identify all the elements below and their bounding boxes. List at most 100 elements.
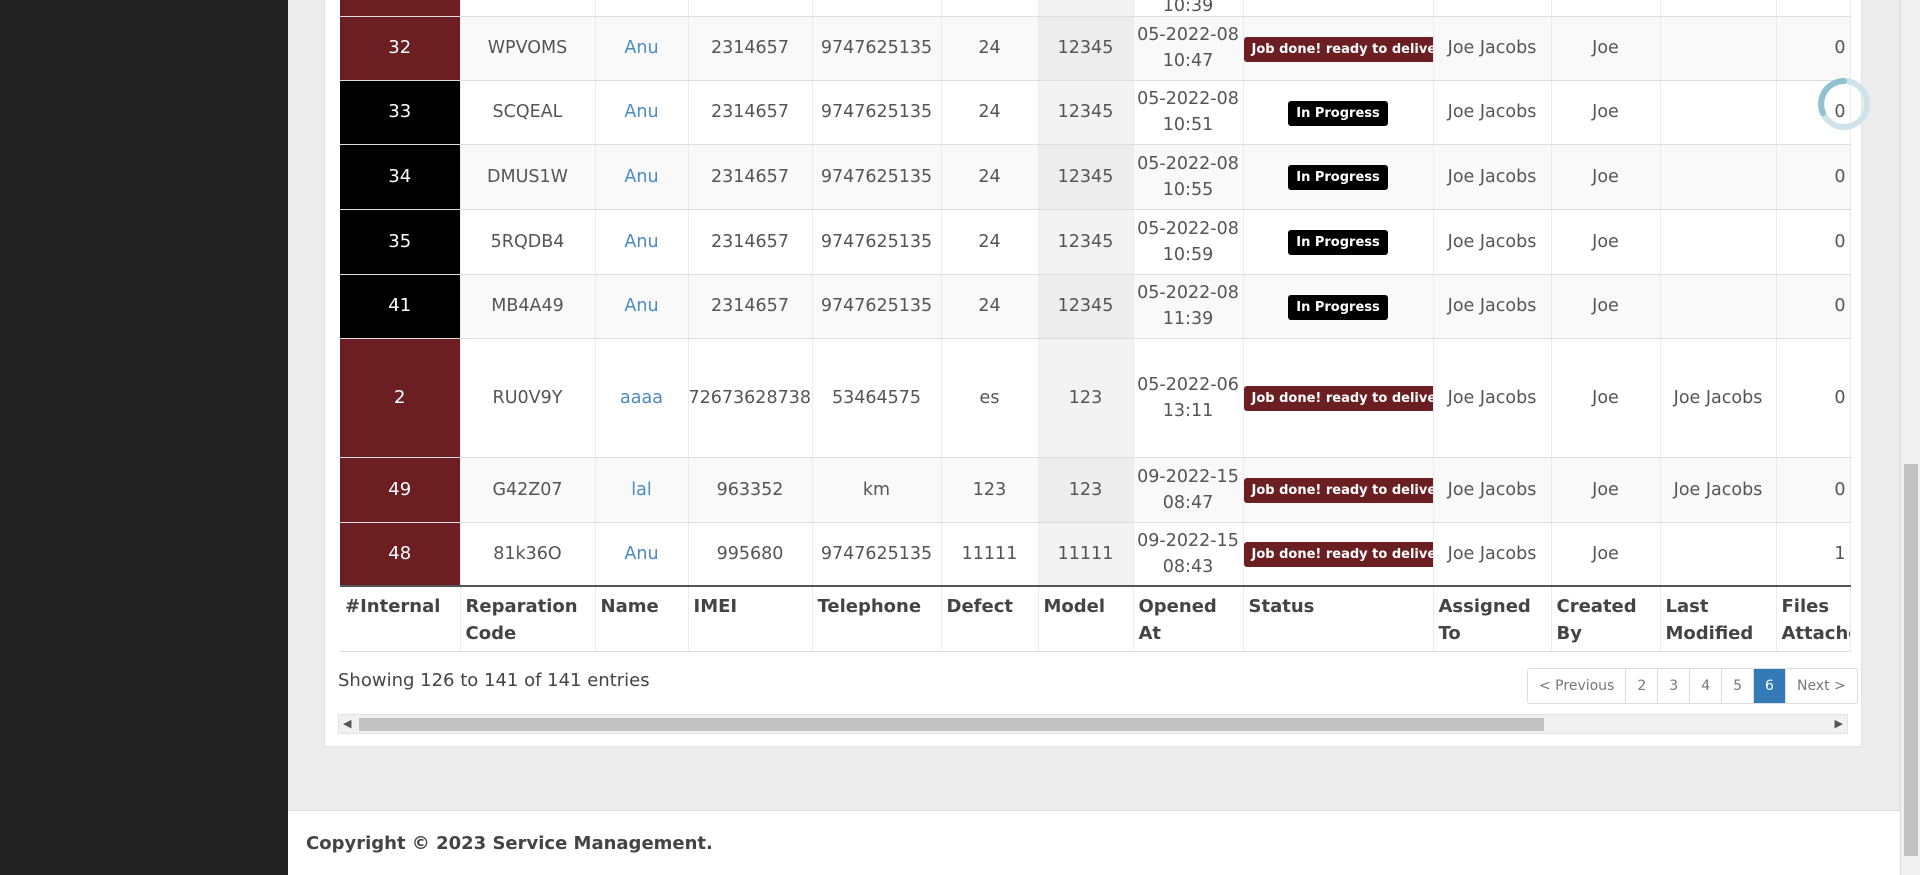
- opened-time: 11:39: [1162, 309, 1214, 329]
- files-attached-cell: 0: [1776, 274, 1851, 339]
- status-cell: Job done! ready to deliver: [1243, 338, 1434, 458]
- opened-time: 10:59: [1162, 244, 1214, 265]
- next-button[interactable]: Next >: [1786, 669, 1857, 703]
- opened-time: 10:51: [1162, 115, 1214, 135]
- column-header[interactable]: Name: [595, 585, 689, 652]
- vertical-scrollbar[interactable]: [1900, 0, 1920, 875]
- defect-cell: 24: [941, 144, 1039, 210]
- model-cell: 12345: [1038, 80, 1134, 145]
- page-button-5[interactable]: 5: [1722, 669, 1755, 703]
- table-row: 41 MB4A49 Anu 2314657 9747625135 24 12345 05-20…: [340, 274, 1851, 339]
- internal-id-cell: 2: [340, 338, 461, 458]
- model-cell: 123: [1038, 457, 1134, 523]
- status-badge: Job done! ready to deliver: [1243, 478, 1432, 503]
- assigned-to-cell: Joe Jacobs: [1433, 457, 1552, 523]
- customer-name-link[interactable]: Anu: [595, 522, 689, 587]
- opened-at-cell: 05-2022-08 10:59: [1133, 209, 1244, 275]
- table-row: 48 81k36O Anu 995680 9747625135 11111 11111 09-…: [340, 522, 1851, 587]
- main-content: 10:39 32 WPVOMS Anu 2314657 9747625135 24 1234…: [288, 0, 1900, 875]
- opened-at-cell: 05-2022-08 11:39: [1133, 274, 1244, 339]
- assigned-to-cell: Joe Jacobs: [1433, 274, 1552, 339]
- table-row-partial: 10:39: [340, 0, 1851, 17]
- vertical-scroll-thumb[interactable]: [1904, 464, 1918, 856]
- customer-name-link[interactable]: Anu: [595, 209, 689, 275]
- telephone-cell: km: [812, 457, 942, 523]
- column-header[interactable]: Assigned To: [1433, 585, 1552, 652]
- files-attached-cell: 0: [1776, 16, 1851, 81]
- customer-name-link[interactable]: lal: [595, 457, 689, 523]
- opened-at-cell: 05-2022-06 13:11: [1133, 338, 1244, 458]
- assigned-to-cell: Joe Jacobs: [1433, 144, 1552, 210]
- opened-at-cell: 10:39: [1133, 0, 1244, 17]
- opened-at-cell: 05-2022-08 10:55: [1133, 144, 1244, 210]
- reparation-code-cell: WPVOMS: [460, 16, 596, 81]
- telephone-cell: 9747625135: [812, 274, 942, 339]
- status-badge: In Progress: [1288, 100, 1388, 126]
- page-button-6[interactable]: 6: [1754, 669, 1786, 703]
- reparation-code-cell: DMUS1W: [460, 144, 596, 210]
- model-cell: 123: [1038, 338, 1134, 458]
- created-by-cell: Joe: [1551, 80, 1661, 145]
- table-row: 33 SCQEAL Anu 2314657 9747625135 24 12345 05-20…: [340, 80, 1851, 145]
- defect-cell: 24: [941, 16, 1039, 81]
- column-header[interactable]: Created By: [1551, 585, 1661, 652]
- table-row: 2 RU0V9Y aaaa 726736287382 53464575 es 123 05-2…: [340, 338, 1851, 458]
- opened-date: 05-2022-08: [1137, 153, 1239, 174]
- model-cell: 12345: [1038, 144, 1134, 210]
- column-header[interactable]: Model: [1038, 585, 1134, 652]
- sidebar: [0, 0, 288, 875]
- defect-cell: 24: [941, 209, 1039, 275]
- horizontal-scroll-thumb[interactable]: [359, 718, 1544, 731]
- imei-cell: 2314657: [688, 274, 813, 339]
- defect-cell: 24: [941, 274, 1039, 339]
- customer-name-link[interactable]: Anu: [595, 144, 689, 210]
- horizontal-scrollbar[interactable]: ◀ ▶: [338, 714, 1848, 734]
- reparation-code-cell: RU0V9Y: [460, 338, 596, 458]
- status-cell: In Progress: [1243, 274, 1434, 339]
- status-badge: In Progress: [1288, 294, 1388, 320]
- assigned-to-cell: Joe Jacobs: [1433, 338, 1552, 458]
- model-cell: 12345: [1038, 274, 1134, 339]
- opened-at-cell: 05-2022-08 10:51: [1133, 80, 1244, 145]
- created-by-cell: Joe: [1551, 522, 1661, 587]
- column-header[interactable]: Telephone: [812, 585, 942, 652]
- column-header[interactable]: #Internal: [340, 585, 461, 652]
- customer-name-link[interactable]: aaaa: [595, 338, 689, 458]
- page-button-4[interactable]: 4: [1690, 669, 1723, 703]
- opened-date: 05-2022-08: [1137, 89, 1239, 109]
- column-header[interactable]: Status: [1243, 585, 1434, 652]
- created-by-cell: Joe: [1551, 338, 1661, 458]
- files-attached-cell: 0: [1776, 457, 1851, 523]
- column-header[interactable]: Last Modified: [1660, 585, 1777, 652]
- column-header[interactable]: Files Attached: [1776, 585, 1851, 652]
- previous-button[interactable]: < Previous: [1528, 669, 1627, 703]
- assigned-to-cell: Joe Jacobs: [1433, 80, 1552, 145]
- opened-date: 09-2022-15: [1137, 466, 1239, 487]
- opened-time: 08:47: [1162, 492, 1214, 513]
- telephone-cell: 53464575: [812, 338, 942, 458]
- imei-cell: 995680: [688, 522, 813, 587]
- internal-id-cell: 35: [340, 209, 461, 275]
- scroll-left-icon[interactable]: ◀: [343, 717, 351, 731]
- page-button-2[interactable]: 2: [1626, 669, 1659, 703]
- last-modified-cell: Joe Jacobs: [1660, 457, 1777, 523]
- opened-date: 05-2022-08: [1137, 218, 1239, 239]
- status-cell: In Progress: [1243, 144, 1434, 210]
- column-header[interactable]: IMEI: [688, 585, 813, 652]
- last-modified-cell: [1660, 522, 1777, 587]
- last-modified-cell: [1660, 80, 1777, 145]
- customer-name-link[interactable]: Anu: [595, 80, 689, 145]
- column-header[interactable]: Defect: [941, 585, 1039, 652]
- defect-cell: 24: [941, 80, 1039, 145]
- customer-name-link[interactable]: Anu: [595, 274, 689, 339]
- customer-name-link[interactable]: Anu: [595, 16, 689, 81]
- last-modified-cell: Joe Jacobs: [1660, 338, 1777, 458]
- column-header[interactable]: Reparation Code: [460, 585, 596, 652]
- table-panel: 10:39 32 WPVOMS Anu 2314657 9747625135 24 1234…: [324, 0, 1862, 747]
- page-button-3[interactable]: 3: [1658, 669, 1691, 703]
- opened-date: 09-2022-15: [1137, 530, 1239, 551]
- telephone-cell: 9747625135: [812, 209, 942, 275]
- created-by-cell: Joe: [1551, 209, 1661, 275]
- scroll-right-icon[interactable]: ▶: [1835, 717, 1843, 731]
- column-header[interactable]: Opened At: [1133, 585, 1244, 652]
